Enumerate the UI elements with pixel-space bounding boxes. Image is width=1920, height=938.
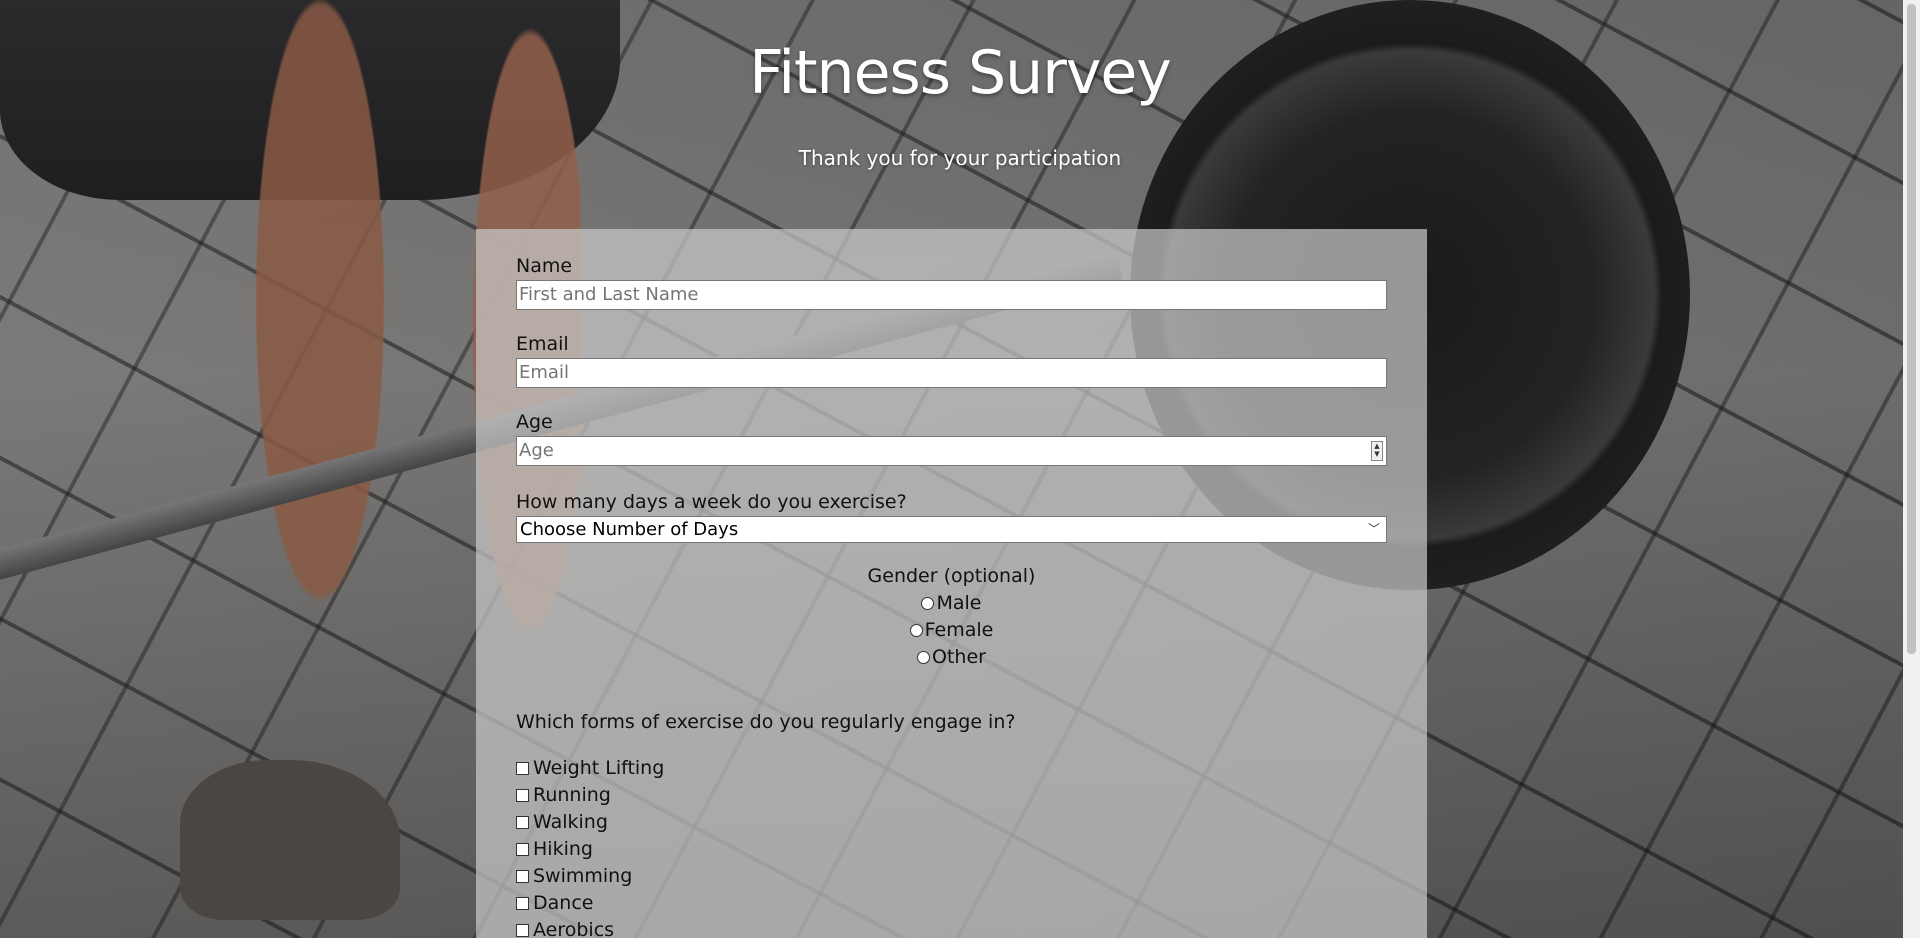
gender-option-female[interactable]: Female (516, 617, 1387, 644)
chevron-down-icon: ﹀ (1367, 522, 1380, 536)
survey-form: Name First and Last Name Email Email Age… (476, 229, 1427, 938)
age-placeholder: Age (519, 440, 554, 461)
page-scrollbar[interactable] (1903, 0, 1920, 938)
exercise-checkbox-list: Weight Lifting Running Walking Hiking Sw… (516, 755, 1387, 938)
exercise-option-label: Dance (533, 892, 594, 914)
checkbox-running[interactable] (516, 789, 529, 802)
exercise-option-dance[interactable]: Dance (516, 890, 1387, 917)
page-header: Fitness Survey Thank you for your partic… (0, 38, 1920, 170)
days-group: How many days a week do you exercise? Ch… (516, 490, 1387, 543)
age-label: Age (516, 411, 553, 433)
gender-label: Gender (optional) (867, 565, 1036, 587)
email-label: Email (516, 333, 569, 355)
gender-option-label: Other (932, 646, 986, 668)
gender-option-male[interactable]: Male (516, 590, 1387, 617)
exercise-option-running[interactable]: Running (516, 782, 1387, 809)
days-label: How many days a week do you exercise? (516, 491, 907, 513)
email-group: Email Email (516, 332, 1387, 388)
number-spinner-icon[interactable]: ▲ ▼ (1371, 441, 1383, 461)
days-select[interactable]: Choose Number of Days ﹀ (516, 516, 1387, 543)
gender-option-label: Female (924, 619, 994, 641)
exercise-option-label: Walking (533, 811, 608, 833)
page-title: Fitness Survey (749, 38, 1172, 108)
exercise-option-label: Aerobics (533, 919, 615, 938)
exercise-option-label: Swimming (533, 865, 633, 887)
checkbox-aerobics[interactable] (516, 924, 529, 937)
exercise-option-label: Hiking (533, 838, 593, 860)
days-select-value: Choose Number of Days (520, 519, 739, 540)
name-group: Name First and Last Name (516, 254, 1387, 310)
gender-option-label: Male (936, 592, 982, 614)
exercise-option-swimming[interactable]: Swimming (516, 863, 1387, 890)
checkbox-weight-lifting[interactable] (516, 762, 529, 775)
exercise-option-weight-lifting[interactable]: Weight Lifting (516, 755, 1387, 782)
checkbox-walking[interactable] (516, 816, 529, 829)
exercise-option-walking[interactable]: Walking (516, 809, 1387, 836)
exercise-question: Which forms of exercise do you regularly… (516, 711, 1016, 733)
exercise-option-hiking[interactable]: Hiking (516, 836, 1387, 863)
exercise-option-label: Running (533, 784, 611, 806)
checkbox-swimming[interactable] (516, 870, 529, 883)
gender-group: Gender (optional) Male Female Other (516, 563, 1387, 671)
checkbox-hiking[interactable] (516, 843, 529, 856)
age-group: Age Age ▲ ▼ (516, 410, 1387, 466)
name-input[interactable]: First and Last Name (516, 280, 1387, 310)
age-input[interactable]: Age ▲ ▼ (516, 436, 1387, 466)
background-shoe (180, 760, 400, 920)
page-subtitle: Thank you for your participation (798, 146, 1122, 170)
exercise-option-aerobics[interactable]: Aerobics (516, 917, 1387, 938)
radio-other[interactable] (917, 651, 931, 664)
exercise-option-label: Weight Lifting (533, 757, 665, 779)
scrollbar-thumb[interactable] (1907, 4, 1916, 654)
gender-option-other[interactable]: Other (516, 644, 1387, 671)
radio-female[interactable] (909, 624, 923, 637)
checkbox-dance[interactable] (516, 897, 529, 910)
radio-male[interactable] (921, 597, 935, 610)
email-input[interactable]: Email (516, 358, 1387, 388)
name-label: Name (516, 255, 573, 277)
